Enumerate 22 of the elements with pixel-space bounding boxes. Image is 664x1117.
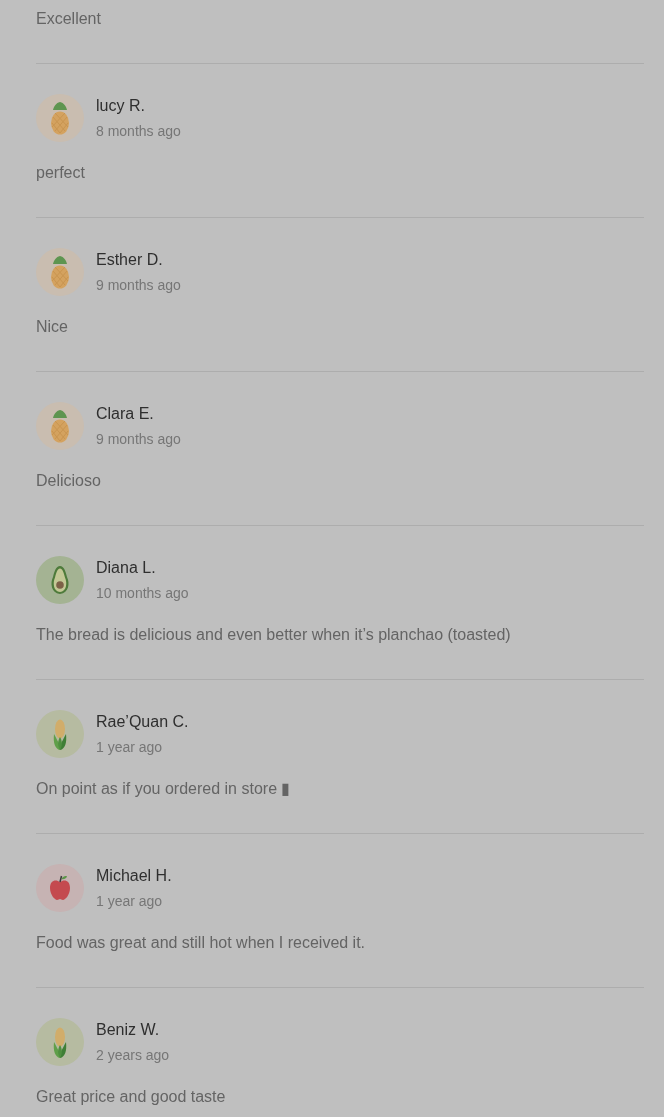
review-time: 10 months ago	[96, 584, 189, 602]
review-text: perfect	[36, 163, 86, 183]
review-time: 9 months ago	[96, 430, 181, 448]
reviewer-name: Diana L.	[96, 558, 157, 578]
review-text: Delicioso	[36, 471, 102, 491]
reviewer-name: lucy R.	[96, 96, 146, 116]
reviewer-name: Beniz W.	[96, 1020, 161, 1040]
review-text: The bread is delicious and even better when it’s planchao (toasted)	[36, 625, 512, 645]
review-time: 9 months ago	[96, 276, 181, 294]
review-text: Food was great and still hot when I received it.	[36, 933, 367, 953]
review-time: 8 months ago	[96, 122, 181, 140]
review-text: Nice	[36, 317, 69, 337]
reviewer-name: Esther D.	[96, 250, 164, 270]
review-text: Excellent	[36, 9, 102, 29]
review-text: On point as if you ordered in store ▮	[36, 779, 292, 799]
review-time: 1 year ago	[96, 892, 164, 910]
review-time: 1 year ago	[96, 738, 164, 756]
reviewer-name: Rae’Quan C.	[96, 712, 189, 732]
reviewer-name: Michael H.	[96, 866, 172, 886]
reviewer-name: Clara E.	[96, 404, 155, 424]
review-time: 2 years ago	[96, 1046, 170, 1064]
review-text: Great price and good taste	[36, 1087, 227, 1107]
